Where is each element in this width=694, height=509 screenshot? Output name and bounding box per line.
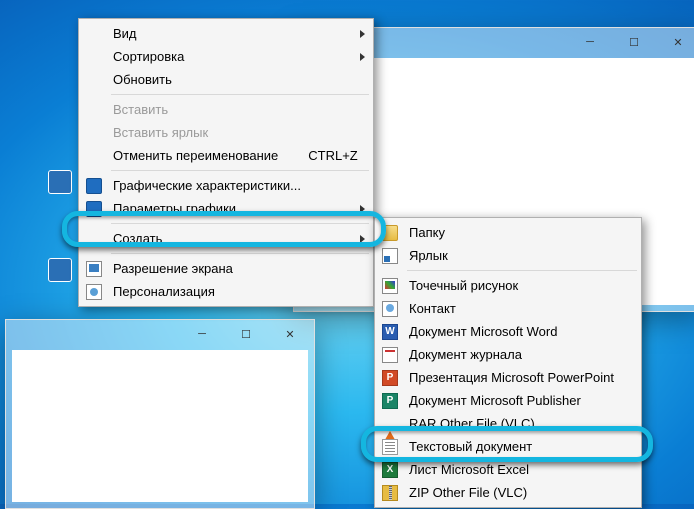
desktop-icon-2[interactable] <box>48 258 72 282</box>
menu-item-label: Параметры графики <box>113 201 351 216</box>
menu-item-label: Документ Microsoft Publisher <box>409 393 619 408</box>
menu-item[interactable]: Точечный рисунок <box>377 274 639 297</box>
maximize-button[interactable]: ☐ <box>614 32 654 52</box>
menu-item[interactable]: P Документ Microsoft Publisher <box>377 389 639 412</box>
txt-icon <box>382 439 398 455</box>
shortcut-icon <box>382 248 398 264</box>
bmp-icon <box>382 278 398 294</box>
menu-item[interactable]: P Презентация Microsoft PowerPoint <box>377 366 639 389</box>
menu-item-label: Текстовый документ <box>409 439 619 454</box>
intel-icon <box>86 201 102 217</box>
close-button[interactable]: ✕ <box>270 324 310 344</box>
menu-item-label: Обновить <box>113 72 351 87</box>
menu-item-label: Вставить ярлык <box>113 125 351 140</box>
menu-item-label: Сортировка <box>113 49 351 64</box>
menu-item[interactable]: ZIP Other File (VLC) <box>377 481 639 504</box>
chevron-right-icon <box>360 235 365 243</box>
menu-item[interactable]: Вид <box>81 22 371 45</box>
menu-item-label: ZIP Other File (VLC) <box>409 485 619 500</box>
menu-item[interactable]: Персонализация <box>81 280 371 303</box>
folder-icon <box>382 225 398 241</box>
close-button[interactable]: ✕ <box>658 32 694 52</box>
menu-item[interactable]: Контакт <box>377 297 639 320</box>
menu-item-label: Создать <box>113 231 351 246</box>
background-window-2: ─ ☐ ✕ <box>5 319 315 509</box>
menu-item-label: Разрешение экрана <box>113 261 351 276</box>
publisher-icon: P <box>382 393 398 409</box>
menu-item[interactable]: Отменить переименование CTRL+Z <box>81 144 371 167</box>
menu-item-label: Лист Microsoft Excel <box>409 462 619 477</box>
screen-icon <box>86 261 102 277</box>
menu-item-label: Презентация Microsoft PowerPoint <box>409 370 619 385</box>
menu-item-label: RAR Other File (VLC) <box>409 416 619 431</box>
menu-separator <box>111 170 369 171</box>
menu-separator <box>111 253 369 254</box>
menu-item-label: Вставить <box>113 102 351 117</box>
menu-separator <box>111 94 369 95</box>
minimize-button[interactable]: ─ <box>182 324 222 344</box>
menu-item-label: Точечный рисунок <box>409 278 619 293</box>
chevron-right-icon <box>360 205 365 213</box>
chevron-right-icon <box>360 30 365 38</box>
menu-item[interactable]: Создать <box>81 227 371 250</box>
desktop-icon-1[interactable] <box>48 170 72 194</box>
journal-icon <box>382 347 398 363</box>
intel-icon <box>86 178 102 194</box>
vlc-icon <box>382 416 398 432</box>
menu-item-label: Папку <box>409 225 619 240</box>
word-icon: W <box>382 324 398 340</box>
ppt-icon: P <box>382 370 398 386</box>
menu-item-label: Документ журнала <box>409 347 619 362</box>
menu-item: Вставить ярлык <box>81 121 371 144</box>
zip-icon <box>382 485 398 501</box>
menu-item[interactable]: X Лист Microsoft Excel <box>377 458 639 481</box>
menu-item[interactable]: W Документ Microsoft Word <box>377 320 639 343</box>
excel-icon: X <box>382 462 398 478</box>
desktop-context-menu: Вид Сортировка Обновить Вставить Вставить яр… <box>78 18 374 307</box>
menu-item[interactable]: Параметры графики <box>81 197 371 220</box>
menu-item[interactable]: Обновить <box>81 68 371 91</box>
menu-item-shortcut: CTRL+Z <box>308 148 357 163</box>
menu-item[interactable]: Папку <box>377 221 639 244</box>
menu-item-label: Контакт <box>409 301 619 316</box>
menu-separator <box>407 270 637 271</box>
personalize-icon <box>86 284 102 300</box>
contact-icon <box>382 301 398 317</box>
menu-item[interactable]: Графические характеристики... <box>81 174 371 197</box>
menu-item[interactable]: Сортировка <box>81 45 371 68</box>
menu-item[interactable]: RAR Other File (VLC) <box>377 412 639 435</box>
menu-item-label: Вид <box>113 26 351 41</box>
menu-item-label: Ярлык <box>409 248 619 263</box>
menu-item[interactable]: Ярлык <box>377 244 639 267</box>
minimize-button[interactable]: ─ <box>570 32 610 52</box>
menu-separator <box>111 223 369 224</box>
maximize-button[interactable]: ☐ <box>226 324 266 344</box>
menu-item-label: Персонализация <box>113 284 351 299</box>
chevron-right-icon <box>360 53 365 61</box>
menu-item[interactable]: Разрешение экрана <box>81 257 371 280</box>
menu-item-label: Отменить переименование <box>113 148 278 163</box>
menu-item-label: Документ Microsoft Word <box>409 324 619 339</box>
menu-item[interactable]: Документ журнала <box>377 343 639 366</box>
menu-item: Вставить <box>81 98 371 121</box>
menu-item[interactable]: Текстовый документ <box>377 435 639 458</box>
window-titlebar: ─ ☐ ✕ <box>6 320 314 348</box>
create-submenu: Папку Ярлык Точечный рисунок Контакт W Докуме… <box>374 217 642 508</box>
menu-item-label: Графические характеристики... <box>113 178 351 193</box>
